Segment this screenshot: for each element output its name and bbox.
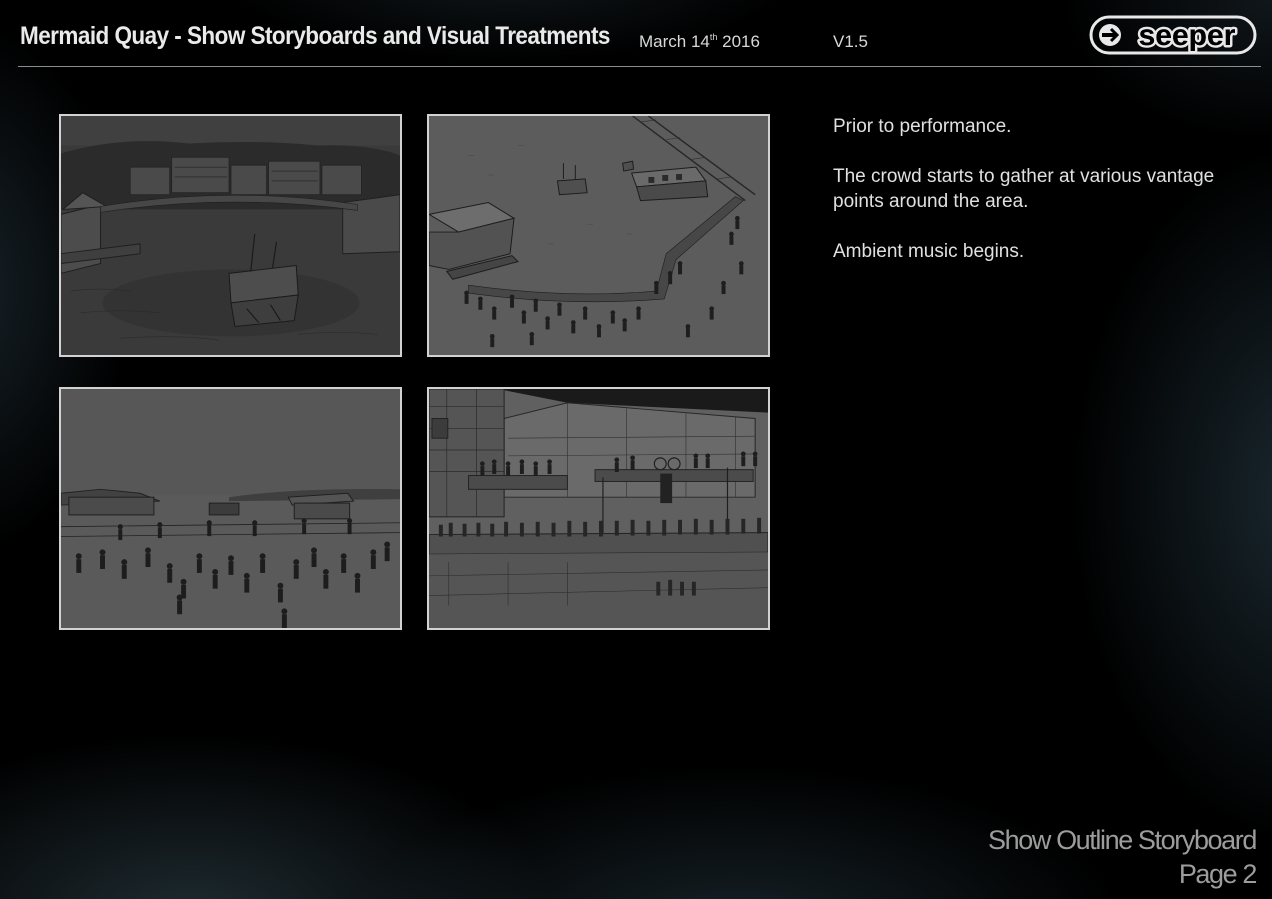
- note-3: Ambient music begins.: [833, 241, 1025, 262]
- seeper-logo: seeper seeper: [1089, 14, 1257, 58]
- storyboard-panel-2: [427, 114, 770, 357]
- document-version: V1.5: [833, 32, 868, 51]
- storyboard-panel-4: [427, 387, 770, 630]
- balcony-spectators-sketch: [429, 389, 768, 628]
- svg-text:seeper: seeper: [1139, 19, 1236, 52]
- note-2: The crowd starts to gather at various va…: [833, 166, 1215, 212]
- page-title: Mermaid Quay - Show Storyboards and Visu…: [20, 22, 610, 50]
- date-month-day: March 14: [639, 32, 710, 51]
- storyboard-panel-3: [59, 387, 402, 630]
- crowd-aerial-sketch: [429, 116, 768, 355]
- note-1: Prior to performance.: [833, 116, 1012, 137]
- scene-notes: Prior to performance. The crowd starts t…: [833, 114, 1243, 289]
- page-header: Mermaid Quay - Show Storyboards and Visu…: [0, 0, 1272, 68]
- date-year: 2016: [717, 32, 760, 51]
- section-title: Show Outline Storyboard: [988, 825, 1257, 855]
- promenade-crowd-sketch: [61, 389, 400, 628]
- header-divider: [18, 66, 1261, 67]
- quay-sketch: [61, 116, 400, 355]
- document-date: March 14th 2016: [639, 32, 760, 52]
- storyboard-panel-1: [59, 114, 402, 357]
- page-number: Page 2: [1178, 859, 1258, 889]
- page-footer: Show Outline Storyboard Page 2: [988, 823, 1258, 891]
